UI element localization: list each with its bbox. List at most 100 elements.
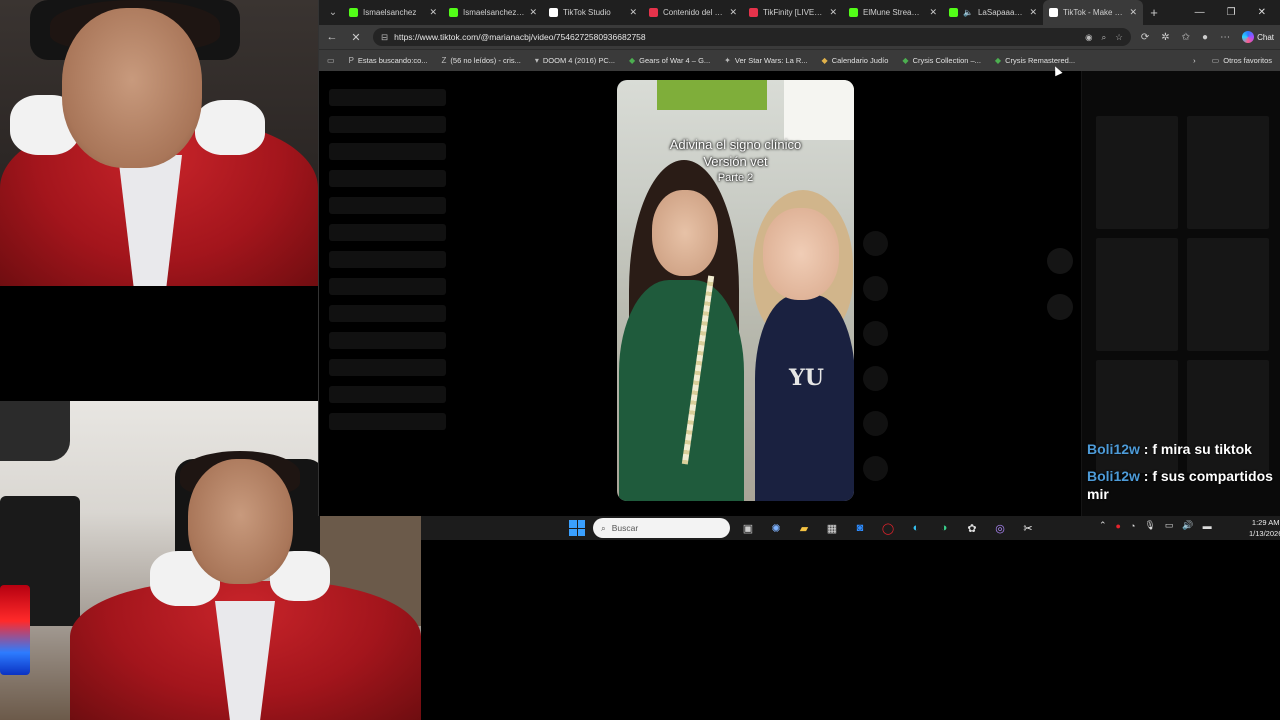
- tab-title: Ismaelsanchez: [363, 8, 417, 17]
- tab-item[interactable]: Ismaelsanchez ✕: [343, 0, 443, 25]
- bookmark-item[interactable]: ✦ Ver Star Wars: La R...: [724, 56, 807, 65]
- tab-title: Ismaelsanchez18 Ch: [463, 8, 525, 17]
- video-caption-line3: Parte 2: [717, 172, 754, 184]
- volume-icon[interactable]: 🔊: [1182, 520, 1193, 531]
- refresh-icon[interactable]: ⟳: [1141, 32, 1149, 43]
- skeleton-row: [329, 251, 446, 268]
- battery-icon[interactable]: ▬: [1203, 521, 1212, 531]
- tray-app-icon[interactable]: ●: [1116, 521, 1121, 531]
- like-button-placeholder[interactable]: [863, 231, 888, 256]
- music-button-placeholder[interactable]: [863, 456, 888, 481]
- bookmark-icon: ✦: [724, 56, 731, 65]
- skeleton-row: [329, 224, 446, 241]
- bookmark-item[interactable]: P Estas buscando:co...: [349, 56, 428, 65]
- bookmark-icon: ◆: [902, 56, 909, 65]
- microphone-icon[interactable]: 🎙: [1144, 520, 1155, 531]
- bookmark-item[interactable]: ◆ Crysis Collection –...: [902, 56, 981, 65]
- close-window-icon[interactable]: ✕: [1258, 7, 1266, 18]
- capcut-icon[interactable]: ✂: [1019, 519, 1037, 537]
- bookmark-item[interactable]: ◆ Calendario Judío: [822, 56, 889, 65]
- store-icon[interactable]: ▦: [823, 519, 841, 537]
- chevron-right-icon[interactable]: ›: [1193, 56, 1196, 65]
- close-tab-icon[interactable]: ✕: [1129, 7, 1137, 18]
- copilot-app-icon[interactable]: ✺: [767, 519, 785, 537]
- edge-dev-icon[interactable]: ◑: [935, 519, 953, 537]
- opera-icon[interactable]: ◯: [879, 519, 897, 537]
- stop-loading-icon[interactable]: ✕: [349, 31, 363, 44]
- share-button-placeholder[interactable]: [863, 411, 888, 436]
- chevron-up-icon[interactable]: ⌃: [1099, 520, 1107, 531]
- address-bar[interactable]: ⊟ https://www.tiktok.com/@marianacbj/vid…: [373, 28, 1131, 46]
- file-explorer-icon[interactable]: ▰: [795, 519, 813, 537]
- address-actions: ◉ ⌕ ☆: [1085, 32, 1123, 43]
- tab-item-active[interactable]: TikTok - Make Your ✕: [1043, 0, 1143, 25]
- zoom-icon[interactable]: ⌕: [1101, 32, 1106, 43]
- favorites-icon[interactable]: ✩: [1182, 32, 1190, 43]
- comment-button-placeholder[interactable]: [863, 276, 888, 301]
- edge-icon[interactable]: ◐: [907, 519, 925, 537]
- close-tab-icon[interactable]: ✕: [829, 7, 837, 18]
- close-tab-icon[interactable]: ✕: [629, 7, 637, 18]
- tab-title: LaSapaaaaa St: [977, 8, 1024, 17]
- webcam-top: [0, 0, 318, 286]
- tab-item[interactable]: ElMune Stream - Vi ✕: [843, 0, 943, 25]
- bookmark-label: (56 no leídos) - cris...: [450, 56, 521, 65]
- taskbar-search[interactable]: ⌕ Buscar: [593, 518, 730, 538]
- bookmarks-bar: ▭ P Estas buscando:co... Z (56 no leídos) …: [319, 49, 1280, 71]
- back-arrow-icon[interactable]: ←: [325, 31, 339, 43]
- star-icon[interactable]: ☆: [1115, 32, 1123, 43]
- taskbar-clock[interactable]: 1:29 AM 1/13/2026: [1249, 517, 1280, 539]
- skeleton-row: [329, 89, 446, 106]
- previous-video-button[interactable]: [1047, 248, 1073, 274]
- twitch-icon[interactable]: ◎: [991, 519, 1009, 537]
- tab-item[interactable]: TikTok Studio ✕: [543, 0, 643, 25]
- extension-icon[interactable]: ◉: [1085, 32, 1092, 43]
- bookmark-item[interactable]: ◆ Crysis Remastered...: [995, 56, 1075, 65]
- rgb-lamp: [0, 585, 30, 675]
- window-controls: — ❐ ✕: [1195, 7, 1280, 18]
- other-bookmarks-folder[interactable]: ▭ Otros favoritos: [1212, 56, 1272, 65]
- close-tab-icon[interactable]: ✕: [729, 7, 737, 18]
- stream-chat-overlay: Boli12w : f mira su tiktok Boli12w : f s…: [1084, 440, 1280, 512]
- audio-icon[interactable]: 🔈: [963, 8, 973, 17]
- close-tab-icon[interactable]: ✕: [1029, 7, 1037, 18]
- maximize-icon[interactable]: ❐: [1227, 7, 1236, 18]
- browser-toolbar: ← ✕ ⊟ https://www.tiktok.com/@marianacbj…: [319, 25, 1280, 49]
- start-button[interactable]: [569, 520, 585, 536]
- close-tab-icon[interactable]: ✕: [529, 7, 537, 18]
- bookmark-sidebar-icon[interactable]: ▭: [327, 56, 335, 65]
- url-text: https://www.tiktok.com/@marianacbj/video…: [394, 32, 646, 42]
- chatgpt-icon[interactable]: ✿: [963, 519, 981, 537]
- close-tab-icon[interactable]: ✕: [429, 7, 437, 18]
- tab-item[interactable]: Ismaelsanchez18 Ch ✕: [443, 0, 543, 25]
- person-face: [763, 208, 839, 300]
- profile-icon[interactable]: ●: [1202, 32, 1208, 43]
- skeleton-row: [329, 359, 446, 376]
- bookmark-item[interactable]: Z (56 no leídos) - cris...: [442, 56, 521, 65]
- task-view-icon[interactable]: ▣: [739, 519, 757, 537]
- site-info-icon[interactable]: ⊟: [381, 32, 388, 43]
- minimize-icon[interactable]: —: [1195, 7, 1205, 18]
- tray-app-icon[interactable]: ◔: [1130, 521, 1135, 531]
- extensions-icon[interactable]: ✲: [1161, 32, 1169, 43]
- outlook-icon[interactable]: ◙: [851, 519, 869, 537]
- skeleton-cell: [1096, 116, 1178, 229]
- copilot-chat-button[interactable]: Chat: [1242, 31, 1274, 43]
- tab-item[interactable]: Contenido del can ✕: [643, 0, 743, 25]
- bookmark-item[interactable]: ▾ DOOM 4 (2016) PC...: [535, 56, 615, 65]
- tab-item[interactable]: TikFinity [LIVE] [9 V ✕: [743, 0, 843, 25]
- close-tab-icon[interactable]: ✕: [929, 7, 937, 18]
- tab-item[interactable]: 🔈 LaSapaaaaa St ✕: [943, 0, 1043, 25]
- new-tab-button[interactable]: +: [1143, 5, 1165, 20]
- search-icon: ⌕: [601, 522, 606, 533]
- save-button-placeholder[interactable]: [863, 321, 888, 346]
- video-player[interactable]: YU Adivina el signo clínico Versión vet …: [617, 80, 854, 501]
- share-button-placeholder[interactable]: [863, 366, 888, 391]
- kick-icon: [449, 8, 458, 17]
- network-icon[interactable]: ▭: [1165, 520, 1174, 531]
- bookmark-item[interactable]: ◆ Gears of War 4 – G...: [629, 56, 710, 65]
- tab-menu-chevron-icon[interactable]: ⌄: [323, 3, 343, 23]
- bookmark-icon: P: [348, 56, 354, 65]
- next-video-button[interactable]: [1047, 294, 1073, 320]
- more-menu-icon[interactable]: ⋯: [1220, 32, 1230, 43]
